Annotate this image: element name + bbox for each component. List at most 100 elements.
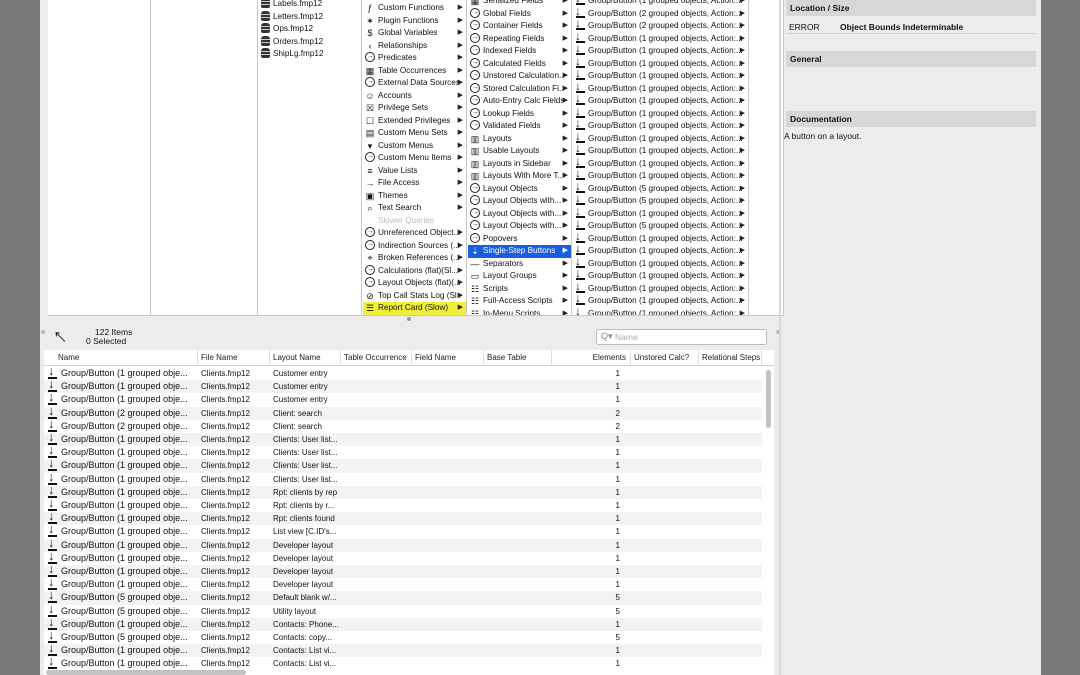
layout-category-item[interactable]: ▥ Layouts With More T... ▶ xyxy=(468,170,571,183)
object-item[interactable]: Group/Button (1 grouped objects, Action:… xyxy=(573,233,748,246)
table-row[interactable]: Group/Button (1 grouped obje... Clients.f… xyxy=(44,536,762,552)
object-item[interactable]: Group/Button (2 grouped objects, Action:… xyxy=(573,8,748,21)
column-header[interactable]: Name xyxy=(44,350,198,366)
category-item[interactable]: ⌖ Broken References (... ▶ xyxy=(363,252,466,265)
object-item[interactable]: Group/Button (1 grouped objects, Action:… xyxy=(573,158,748,171)
browser-column-1[interactable] xyxy=(48,0,151,315)
category-item[interactable]: ⊘ Top Call Stats Log (Sl... ▶ xyxy=(363,290,466,303)
object-item[interactable]: Group/Button (1 grouped objects, Action:… xyxy=(573,108,748,121)
layout-category-item[interactable]: ▥ Layouts in Sidebar ▶ xyxy=(468,158,571,171)
file-item[interactable]: Orders.fmp12 xyxy=(259,35,361,49)
layout-category-item[interactable]: Lookup Fields ▶ xyxy=(468,107,571,121)
file-column[interactable]: Labels.fmp12 Letters.fmp12 Ops.fmp12 Orders… xyxy=(259,0,362,315)
table-row[interactable]: Group/Button (1 grouped obje... Clients.f… xyxy=(44,549,762,565)
table-row[interactable]: Group/Button (1 grouped obje... Clients.f… xyxy=(44,575,762,591)
table-row[interactable]: Group/Button (1 grouped obje... Clients.f… xyxy=(44,430,762,447)
layout-category-item[interactable]: ▭ Layout Groups ▶ xyxy=(468,270,571,283)
vertical-scrollbar[interactable] xyxy=(764,368,772,670)
table-row[interactable]: Group/Button (1 grouped obje... Clients.f… xyxy=(44,377,762,394)
category-item[interactable]: Calculations (flat)(Sl...▶ xyxy=(363,264,466,278)
layout-category-item[interactable]: ▦ Serialized Fields ▶ xyxy=(468,0,571,8)
table-row[interactable]: Group/Button (1 grouped obje... Clients.f… xyxy=(44,390,762,406)
layout-category-item[interactable]: Repeating Fields ▶ xyxy=(468,32,571,46)
object-item[interactable]: Group/Button (1 grouped objects, Action:… xyxy=(573,308,748,316)
object-item[interactable]: Group/Button (1 grouped objects, Action:… xyxy=(573,95,748,108)
object-item[interactable]: Group/Button (1 grouped objects, Action:… xyxy=(573,120,748,133)
location-size-header[interactable]: Location / Size xyxy=(786,0,1036,16)
layout-category-item[interactable]: ☷ Full-Access Scripts ▶ xyxy=(468,295,571,308)
column-header[interactable]: Unstored Calc? xyxy=(631,350,699,366)
category-item[interactable]: ▾ Custom Menus ▶ xyxy=(363,140,466,153)
object-item[interactable]: Group/Button (5 grouped objects, Action:… xyxy=(573,220,748,233)
object-column[interactable]: Group/Button (1 grouped objects, Action:… xyxy=(573,0,749,316)
layout-category-item[interactable]: Auto-Entry Calc Fields▶ xyxy=(468,95,571,108)
object-item[interactable]: Group/Button (1 grouped objects, Action:… xyxy=(573,145,748,158)
column-header[interactable]: Base Table xyxy=(484,350,552,366)
table-row[interactable]: Group/Button (5 grouped obje... Clients.f… xyxy=(44,628,762,644)
file-item[interactable]: Labels.fmp12 xyxy=(259,0,361,11)
object-item[interactable]: Group/Button (1 grouped objects, Action:… xyxy=(573,283,748,296)
column-header[interactable]: Relational Steps xyxy=(699,350,762,366)
object-item[interactable]: Group/Button (1 grouped objects, Action:… xyxy=(573,270,748,283)
category-column[interactable]: ƒ Custom Functions ▶ ✶ Plugin Functions ▶ $ Glo… xyxy=(363,0,467,315)
column-header[interactable]: Layout Name xyxy=(270,350,341,366)
general-header[interactable]: General xyxy=(786,51,1036,67)
category-item[interactable]: Predicates ▶ xyxy=(363,52,466,65)
category-item[interactable]: Unreferenced Object...▶ xyxy=(363,227,466,240)
file-item[interactable]: Ops.fmp12 xyxy=(259,23,361,36)
table-row[interactable]: Group/Button (1 grouped obje... Clients.f… xyxy=(44,456,762,473)
column-header[interactable]: Table Occurrence xyxy=(341,350,412,366)
object-item[interactable]: Group/Button (1 grouped objects, Action:… xyxy=(573,245,748,258)
layout-category-item[interactable]: ▥ Layouts ▶ xyxy=(468,133,571,146)
table-row[interactable]: Group/Button (5 grouped obje... Clients.f… xyxy=(44,602,762,618)
table-row[interactable]: Group/Button (1 grouped obje... Clients.f… xyxy=(44,443,762,459)
layout-category-item[interactable]: Layout Objects with...▶ xyxy=(468,220,571,233)
object-item[interactable]: Group/Button (1 grouped objects, Action:… xyxy=(573,70,748,83)
category-item[interactable]: $ Global Variables ▶ xyxy=(363,27,466,40)
browser-column-2[interactable] xyxy=(152,0,258,315)
table-row[interactable]: Group/Button (5 grouped obje... Clients.f… xyxy=(44,588,762,605)
table-row[interactable]: Group/Button (1 grouped obje... Clients.f… xyxy=(44,615,762,631)
horizontal-scrollbar-thumb[interactable] xyxy=(46,670,246,675)
category-separator-label[interactable]: Slower Queries xyxy=(363,215,466,228)
category-item[interactable]: ▣ Themes ▶ xyxy=(363,190,466,203)
category-item[interactable]: ⌕ Text Search ▶ xyxy=(363,202,466,215)
layout-category-item[interactable]: Stored Calculation Fi...▶ xyxy=(468,82,571,96)
object-item[interactable]: Group/Button (1 grouped objects, Action:… xyxy=(573,83,748,96)
category-item[interactable]: ‹ Relationships ▶ xyxy=(363,40,466,53)
table-row[interactable]: Group/Button (2 grouped obje... Clients.f… xyxy=(44,404,762,420)
layout-category-item[interactable]: ▥ Usable Layouts ▶ xyxy=(468,145,571,158)
object-item[interactable]: Group/Button (5 grouped objects, Action:… xyxy=(573,183,748,196)
inspector-divider[interactable] xyxy=(779,0,781,675)
layout-category-item[interactable]: Container Fields ▶ xyxy=(468,20,571,33)
category-item[interactable]: ☰ Report Card (Slow) ▶ xyxy=(363,302,466,315)
layout-category-item[interactable]: Validated Fields ▶ xyxy=(468,120,571,133)
category-item[interactable]: ≡ Value Lists ▶ xyxy=(363,165,466,178)
object-item[interactable]: Group/Button (1 grouped objects, Action:… xyxy=(573,208,748,221)
table-row[interactable]: Group/Button (1 grouped obje... Clients.f… xyxy=(44,364,762,380)
search-field[interactable]: Q▾ xyxy=(596,329,767,345)
object-item[interactable]: Group/Button (1 grouped objects, Action:… xyxy=(573,295,748,308)
object-item[interactable]: Group/Button (1 grouped objects, Action:… xyxy=(573,33,748,46)
documentation-header[interactable]: Documentation xyxy=(786,111,1036,127)
category-item[interactable]: → File Access ▶ xyxy=(363,177,466,190)
pane-resize-handle-left[interactable] xyxy=(41,330,45,334)
object-item[interactable]: Group/Button (1 grouped objects, Action:… xyxy=(573,45,748,58)
object-item[interactable]: Group/Button (2 grouped objects, Action:… xyxy=(573,20,748,33)
table-row[interactable]: Group/Button (1 grouped obje... Clients.f… xyxy=(44,641,762,658)
category-item[interactable]: ▤ Custom Menu Sets ▶ xyxy=(363,127,466,140)
layout-category-item[interactable]: ☷ Scripts ▶ xyxy=(468,283,571,296)
category-item[interactable]: Indirection Sources (...▶ xyxy=(363,239,466,253)
category-item[interactable]: ▦ Table Occurrences ▶ xyxy=(363,65,466,78)
vertical-scrollbar-thumb[interactable] xyxy=(766,370,771,428)
object-item[interactable]: Group/Button (1 grouped objects, Action:… xyxy=(573,258,748,271)
column-header[interactable]: Field Name xyxy=(412,350,484,366)
layout-category-item[interactable]: Calculated Fields ▶ xyxy=(468,57,571,71)
table-row[interactable]: Group/Button (1 grouped obje... Clients.f… xyxy=(44,509,762,526)
table-row[interactable]: Group/Button (2 grouped obje... Clients.f… xyxy=(44,417,762,433)
layout-category-item[interactable]: — Separators ▶ xyxy=(468,258,571,271)
object-item[interactable]: Group/Button (5 grouped objects, Action:… xyxy=(573,195,748,208)
file-item[interactable]: ShipLg.fmp12 xyxy=(259,48,361,61)
layout-category-item[interactable]: Layout Objects ▶ xyxy=(468,182,571,196)
category-item[interactable]: Custom Menu Items ▶ xyxy=(363,152,466,165)
